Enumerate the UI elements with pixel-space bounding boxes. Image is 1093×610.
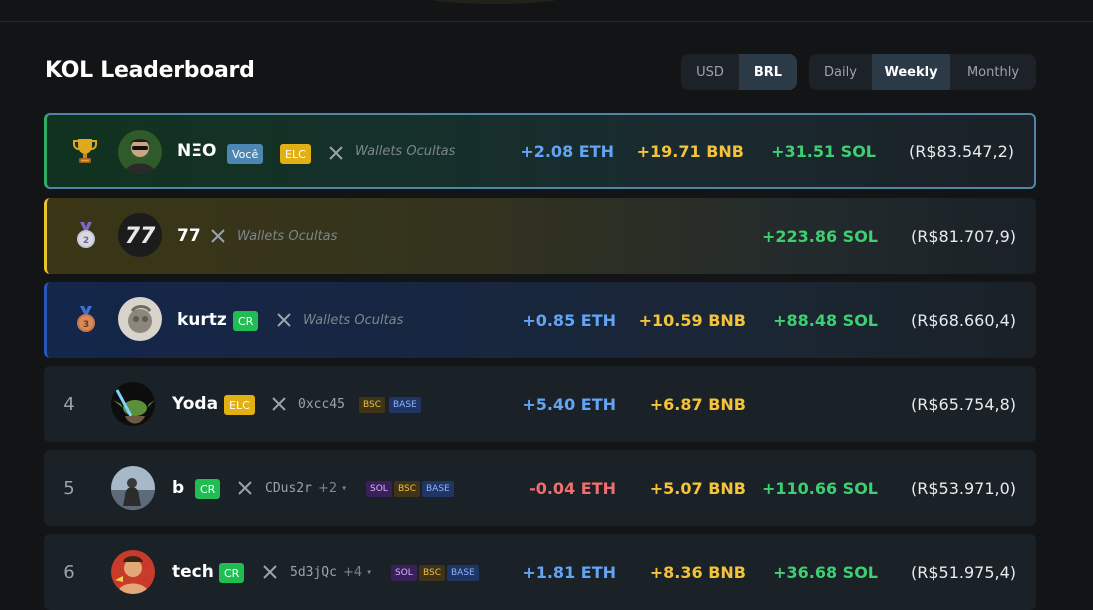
period-daily-button[interactable]: Daily bbox=[809, 54, 872, 90]
total-value: (R$65.754,8) bbox=[910, 394, 1016, 414]
chain-badge-bsc: BSC bbox=[359, 397, 386, 413]
chain-badge-base: BASE bbox=[447, 565, 479, 581]
you-badge: Você bbox=[227, 144, 264, 164]
svg-text:2: 2 bbox=[83, 236, 89, 246]
currency-usd-button[interactable]: USD bbox=[681, 54, 739, 90]
x-social-icon[interactable] bbox=[262, 564, 278, 580]
chain-badge-base: BASE bbox=[422, 481, 454, 497]
rank-number: 6 bbox=[63, 561, 75, 583]
hidden-wallets-label: Wallets Ocultas bbox=[303, 312, 404, 328]
wallet-address[interactable]: 0xcc45 bbox=[298, 366, 345, 442]
wallet-address[interactable]: CDus2r +2 ▾ bbox=[265, 450, 347, 526]
chevron-down-icon[interactable]: ▾ bbox=[341, 483, 347, 494]
eth-pnl: +5.40 ETH bbox=[522, 394, 616, 414]
currency-brl-button[interactable]: BRL bbox=[739, 54, 797, 90]
sol-pnl: +88.48 SOL bbox=[773, 310, 878, 330]
total-value: (R$83.547,2) bbox=[908, 141, 1014, 161]
chain-badge-bsc: BSC bbox=[419, 565, 446, 581]
trophy-icon bbox=[61, 115, 109, 187]
leaderboard-row[interactable]: 5 b CR CDus2r +2 ▾ SOL BSC BASE -0.04 ET… bbox=[44, 450, 1036, 526]
avatar[interactable] bbox=[111, 550, 155, 594]
sol-pnl: +31.51 SOL bbox=[771, 141, 876, 161]
more-wallets-count[interactable]: +4 bbox=[343, 565, 362, 580]
sol-pnl: +110.66 SOL bbox=[761, 478, 878, 498]
leaderboard-row[interactable]: 2 77 77 Wallets Ocultas +223.86 SOL (R$8… bbox=[44, 198, 1036, 274]
x-social-icon[interactable] bbox=[237, 480, 253, 496]
total-value: (R$68.660,4) bbox=[910, 310, 1016, 330]
wallet-address-text[interactable]: 0xcc45 bbox=[298, 397, 345, 412]
total-value: (R$53.971,0) bbox=[910, 478, 1016, 498]
tier-badge: CR bbox=[219, 563, 245, 583]
total-value: (R$51.975,4) bbox=[910, 562, 1016, 582]
nav-glow bbox=[420, 0, 570, 4]
chain-badge-bsc: BSC bbox=[394, 481, 421, 497]
avatar[interactable] bbox=[118, 130, 162, 174]
bnb-pnl: +10.59 BNB bbox=[638, 310, 746, 330]
eth-pnl: +2.08 ETH bbox=[520, 141, 614, 161]
page-title: KOL Leaderboard bbox=[45, 58, 255, 83]
period-weekly-button[interactable]: Weekly bbox=[872, 54, 950, 90]
kol-name[interactable]: 77 bbox=[177, 198, 201, 274]
leaderboard-row[interactable]: 4 Yoda ELC 0xcc45 BSC BASE +5.40 ETH +6.… bbox=[44, 366, 1036, 442]
eth-pnl: +1.81 ETH bbox=[522, 562, 616, 582]
bnb-pnl: +5.07 BNB bbox=[649, 478, 746, 498]
wallet-address[interactable]: 5d3jQc +4 ▾ bbox=[290, 534, 372, 610]
tier-badge: ELC bbox=[224, 395, 255, 415]
total-value: (R$81.707,9) bbox=[910, 226, 1016, 246]
bnb-pnl: +19.71 BNB bbox=[636, 141, 744, 161]
hidden-wallets-label: Wallets Ocultas bbox=[355, 143, 456, 159]
avatar[interactable] bbox=[111, 466, 155, 510]
svg-text:3: 3 bbox=[83, 320, 89, 330]
leaderboard-row[interactable]: NΞO Você ELC Wallets Ocultas +2.08 ETH +… bbox=[44, 113, 1036, 189]
period-monthly-button[interactable]: Monthly bbox=[950, 54, 1036, 90]
chevron-down-icon[interactable]: ▾ bbox=[366, 567, 372, 578]
silver-medal-icon: 2 bbox=[62, 198, 110, 274]
period-toggle: Daily Weekly Monthly bbox=[809, 54, 1036, 90]
eth-pnl: -0.04 ETH bbox=[529, 478, 616, 498]
tier-badge: CR bbox=[195, 479, 221, 499]
x-social-icon[interactable] bbox=[271, 396, 287, 412]
top-nav-bar bbox=[0, 0, 1093, 22]
bnb-pnl: +6.87 BNB bbox=[649, 394, 746, 414]
leaderboard-row[interactable]: 3 kurtz CR Wallets Ocultas +0.85 ETH +10… bbox=[44, 282, 1036, 358]
kol-name[interactable]: kurtz bbox=[177, 282, 227, 358]
kol-name[interactable]: NΞO bbox=[177, 115, 216, 187]
svg-text:77: 77 bbox=[125, 224, 156, 249]
kol-name[interactable]: b bbox=[172, 450, 184, 526]
sol-pnl: +223.86 SOL bbox=[761, 226, 878, 246]
x-social-icon[interactable] bbox=[328, 145, 344, 161]
sol-pnl: +36.68 SOL bbox=[773, 562, 878, 582]
chain-badge-sol: SOL bbox=[366, 481, 392, 497]
x-social-icon[interactable] bbox=[210, 228, 226, 244]
tier-badge: CR bbox=[233, 311, 259, 331]
x-social-icon[interactable] bbox=[276, 312, 292, 328]
wallet-address-text[interactable]: 5d3jQc bbox=[290, 565, 337, 580]
avatar[interactable] bbox=[111, 382, 155, 426]
avatar[interactable]: 77 bbox=[118, 213, 162, 257]
kol-name[interactable]: Yoda bbox=[172, 366, 218, 442]
more-wallets-count[interactable]: +2 bbox=[318, 481, 337, 496]
kol-name[interactable]: tech bbox=[172, 534, 214, 610]
currency-toggle: USD BRL bbox=[681, 54, 797, 90]
eth-pnl: +0.85 ETH bbox=[522, 310, 616, 330]
chain-badge-base: BASE bbox=[389, 397, 421, 413]
bnb-pnl: +8.36 BNB bbox=[649, 562, 746, 582]
leaderboard-row[interactable]: 6 tech CR 5d3jQc +4 ▾ SOL BSC BASE +1.81… bbox=[44, 534, 1036, 610]
rank-number: 4 bbox=[63, 393, 75, 415]
hidden-wallets-label: Wallets Ocultas bbox=[237, 228, 338, 244]
chain-badge-sol: SOL bbox=[391, 565, 417, 581]
bronze-medal-icon: 3 bbox=[62, 282, 110, 358]
wallet-address-text[interactable]: CDus2r bbox=[265, 481, 312, 496]
avatar[interactable] bbox=[118, 297, 162, 341]
tier-badge: ELC bbox=[280, 144, 311, 164]
rank-number: 5 bbox=[63, 477, 75, 499]
